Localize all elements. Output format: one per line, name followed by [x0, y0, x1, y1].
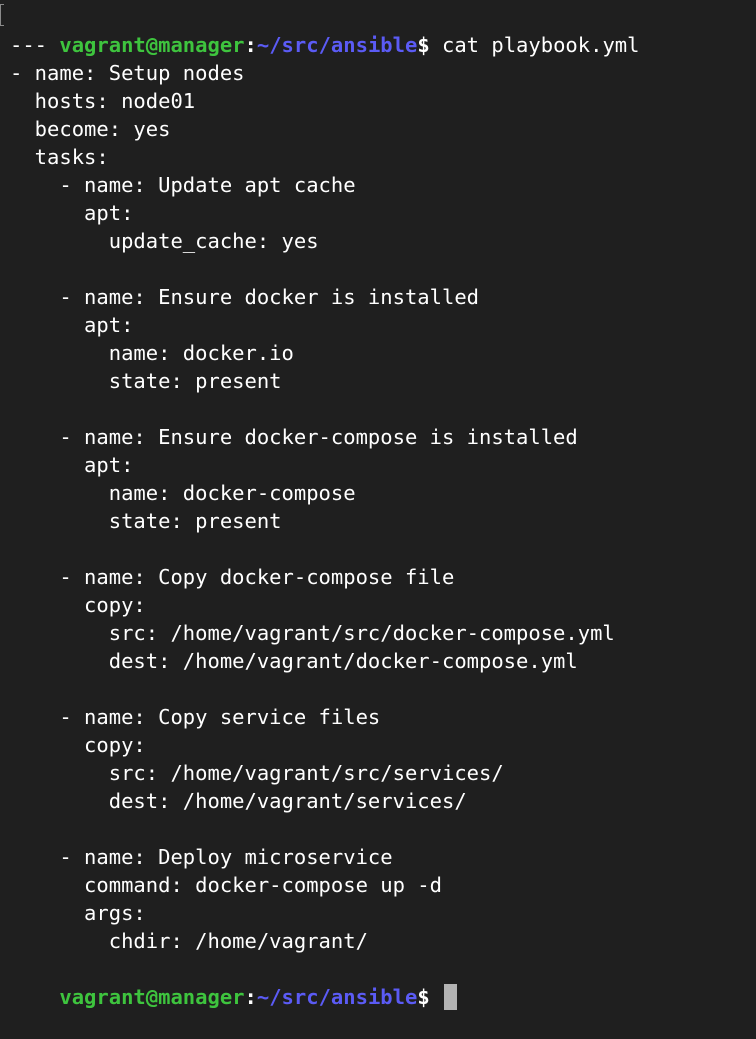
prompt-path: ~/src/ansible	[256, 985, 418, 1009]
prompt-colon: :	[244, 985, 257, 1009]
terminal-window[interactable]: vagrant@manager:~/src/ansible$ cat playb…	[0, 0, 756, 1010]
prompt-dollar: $	[417, 985, 430, 1009]
output-line: become: yes	[10, 117, 171, 141]
output-line: apt:	[10, 201, 134, 225]
output-line: - name: Copy service files	[10, 705, 381, 729]
output-line: tasks:	[10, 145, 109, 169]
output-line: state: present	[10, 509, 282, 533]
output-line: dest: /home/vagrant/services/	[10, 789, 467, 813]
output-line: src: /home/vagrant/src/services/	[10, 761, 504, 785]
output-line: - name: Ensure docker is installed	[10, 285, 479, 309]
prompt-user-host: vagrant@manager	[59, 33, 245, 57]
output-line: command: docker-compose up -d	[10, 873, 442, 897]
selection-bracket	[0, 4, 4, 26]
output-line: - name: Copy docker-compose file	[10, 565, 455, 589]
active-prompt-line[interactable]: vagrant@manager:~/src/ansible$	[10, 955, 457, 1010]
output-line: name: docker-compose	[10, 481, 356, 505]
output-line: update_cache: yes	[10, 229, 319, 253]
output-line: name: docker.io	[10, 341, 294, 365]
prompt-path: ~/src/ansible	[256, 33, 418, 57]
output-line: src: /home/vagrant/src/docker-compose.ym…	[10, 621, 615, 645]
output-line: hosts: node01	[10, 89, 196, 113]
prompt-colon: :	[244, 33, 257, 57]
output-line: - name: Setup nodes	[10, 61, 245, 85]
output-line: copy:	[10, 733, 146, 757]
output-line: apt:	[10, 313, 134, 337]
output-line: apt:	[10, 453, 134, 477]
command-line: vagrant@manager:~/src/ansible$ cat playb…	[10, 3, 639, 57]
output-line: state: present	[10, 369, 282, 393]
output-line: - name: Deploy microservice	[10, 845, 393, 869]
output-line: - name: Update apt cache	[10, 173, 356, 197]
entered-command: cat playbook.yml	[429, 33, 640, 57]
text-cursor[interactable]	[444, 984, 457, 1010]
prompt-dollar: $	[417, 33, 430, 57]
output-line: copy:	[10, 593, 146, 617]
output-line: args:	[10, 901, 146, 925]
output-line: - name: Ensure docker-compose is install…	[10, 425, 578, 449]
output-line: ---	[10, 33, 48, 57]
output-line: chdir: /home/vagrant/	[10, 929, 368, 953]
output-line: dest: /home/vagrant/docker-compose.yml	[10, 649, 578, 673]
prompt-user-host: vagrant@manager	[59, 985, 245, 1009]
